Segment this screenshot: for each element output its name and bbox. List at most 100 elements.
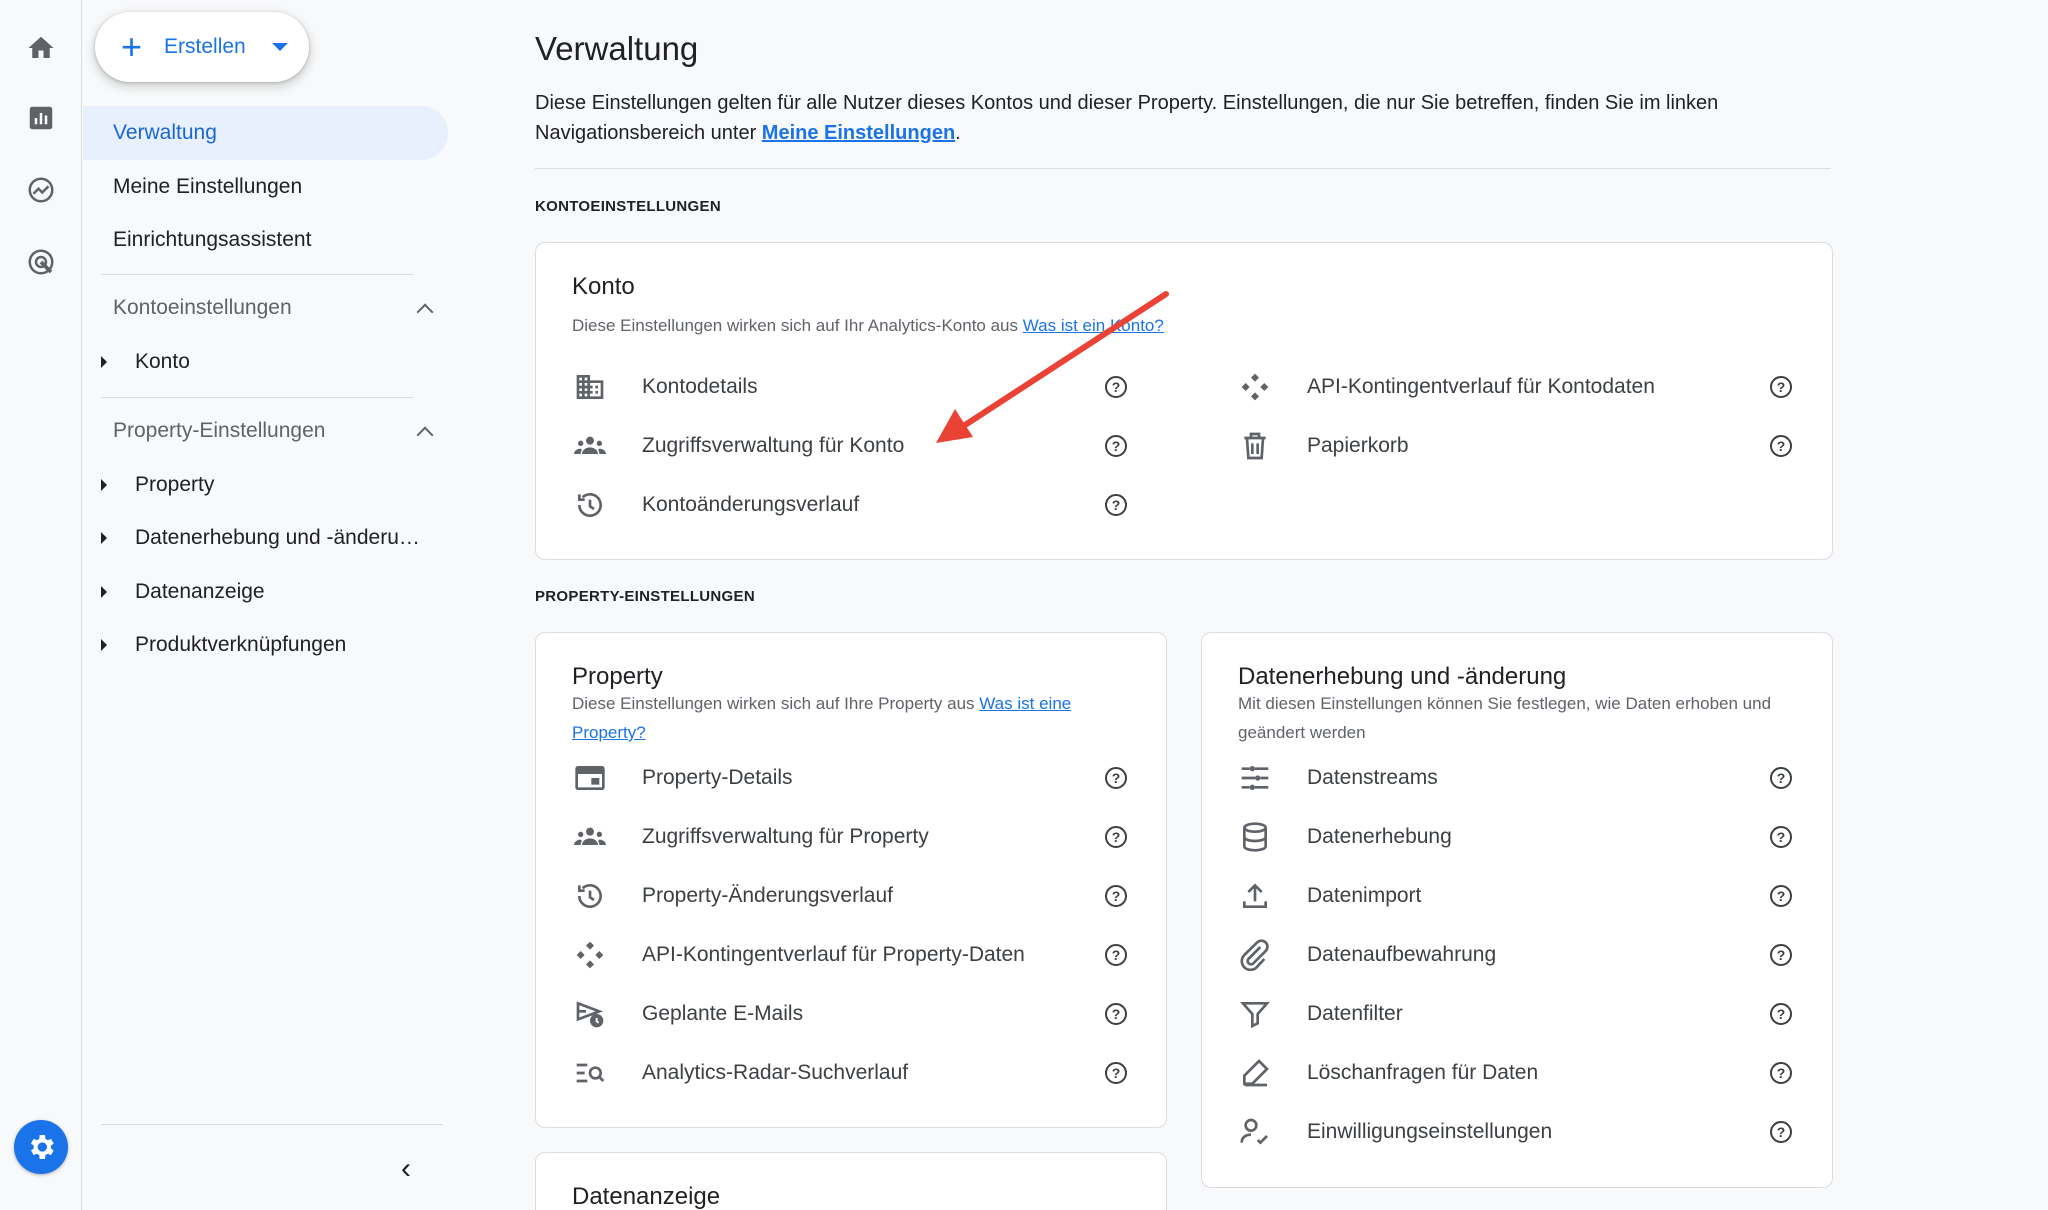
caret-down-icon (271, 43, 288, 51)
setting-geplante-emails[interactable]: Geplante E-Mails (572, 989, 1082, 1039)
description-text: Diese Einstellungen gelten für alle Nutz… (535, 92, 1719, 144)
setting-datenfilter[interactable]: Datenfilter (1237, 989, 1757, 1039)
setting-datenstreams[interactable]: Datenstreams (1237, 753, 1757, 803)
reports-icon[interactable] (21, 98, 61, 138)
setting-label: Property-Details (642, 766, 793, 789)
property-card: Property Diese Einstellungen wirken sich… (535, 632, 1167, 1128)
divider (101, 274, 413, 275)
setting-analytics-radar-suchverlauf[interactable]: Analytics-Radar-Suchverlauf (572, 1048, 1082, 1098)
section-property-einstellungen[interactable]: Property-Einstellungen (113, 419, 434, 444)
collapse-sidebar-icon[interactable]: ‹ (401, 1152, 411, 1186)
admin-gear-icon[interactable] (14, 1120, 68, 1174)
plus-icon: + (121, 26, 143, 67)
sidebar-item-einrichtungsassistent[interactable]: Einrichtungsassistent (83, 213, 448, 267)
setting-datenaufbewahrung[interactable]: Datenaufbewahrung (1237, 930, 1757, 980)
create-label: Erstellen (164, 35, 246, 58)
setting-kontoaenderungsverlauf[interactable]: Kontoänderungsverlauf (572, 480, 1082, 530)
help-icon[interactable]: ? (1770, 1121, 1792, 1143)
tree-label: Produktverknüpfungen (135, 633, 347, 656)
setting-label: Datenfilter (1307, 1002, 1403, 1025)
card-title: Property (572, 663, 663, 690)
create-button[interactable]: + Erstellen (95, 12, 309, 82)
card-title: Datenanzeige (572, 1183, 721, 1210)
explore-icon[interactable] (21, 170, 61, 210)
help-icon[interactable]: ? (1770, 944, 1792, 966)
setting-api-kontingentverlauf-property[interactable]: API-Kontingentverlauf für Property-Daten (572, 930, 1082, 980)
chevron-up-icon (416, 426, 434, 444)
api-icon (572, 937, 608, 973)
was-ist-ein-konto-link[interactable]: Was ist ein Konto? (1023, 316, 1164, 335)
tree-item-datenerhebung[interactable]: Datenerhebung und -änderu… (101, 526, 441, 550)
help-icon[interactable]: ? (1105, 885, 1127, 907)
setting-label: Datenimport (1307, 884, 1422, 907)
help-icon[interactable]: ? (1105, 1003, 1127, 1025)
setting-zugriffsverwaltung-konto[interactable]: Zugriffsverwaltung für Konto (572, 421, 1082, 471)
tree-item-produktverknuepfungen[interactable]: Produktverknüpfungen (101, 633, 441, 657)
nav-rail (0, 0, 82, 1210)
help-icon[interactable]: ? (1105, 826, 1127, 848)
setting-datenerhebung[interactable]: Datenerhebung (1237, 812, 1757, 862)
meine-einstellungen-link[interactable]: Meine Einstellungen (762, 122, 955, 144)
eraser-icon (1237, 1055, 1273, 1091)
sidebar-item-verwaltung[interactable]: Verwaltung (83, 106, 448, 160)
expand-triangle-icon (101, 639, 107, 651)
setting-label: Kontoänderungsverlauf (642, 493, 860, 516)
help-icon[interactable]: ? (1770, 885, 1792, 907)
help-icon[interactable]: ? (1770, 826, 1792, 848)
help-icon[interactable]: ? (1105, 1062, 1127, 1084)
setting-label: Kontodetails (642, 375, 758, 398)
setting-label: Zugriffsverwaltung für Konto (642, 434, 905, 457)
help-icon[interactable]: ? (1105, 376, 1127, 398)
upload-icon (1237, 878, 1273, 914)
setting-property-details[interactable]: Property-Details (572, 753, 1082, 803)
tree-item-datenanzeige[interactable]: Datenanzeige (101, 580, 441, 604)
setting-papierkorb[interactable]: Papierkorb (1237, 421, 1757, 471)
help-icon[interactable]: ? (1105, 944, 1127, 966)
scheduled-send-icon (572, 996, 608, 1032)
section-kontoeinstellungen[interactable]: Kontoeinstellungen (113, 296, 434, 321)
help-icon[interactable]: ? (1105, 494, 1127, 516)
setting-loeschanfragen[interactable]: Löschanfragen für Daten (1237, 1048, 1757, 1098)
help-icon[interactable]: ? (1770, 376, 1792, 398)
history-icon (572, 878, 608, 914)
help-icon[interactable]: ? (1105, 435, 1127, 457)
people-icon (572, 428, 608, 464)
attachment-icon (1237, 937, 1273, 973)
card-title: Datenerhebung und -änderung (1238, 663, 1567, 690)
sidebar-item-meine-einstellungen[interactable]: Meine Einstellungen (83, 160, 448, 214)
setting-kontodetails[interactable]: Kontodetails (572, 362, 1082, 412)
people-icon (572, 819, 608, 855)
help-icon[interactable]: ? (1770, 1062, 1792, 1084)
expand-triangle-icon (101, 356, 107, 368)
setting-zugriffsverwaltung-property[interactable]: Zugriffsverwaltung für Property (572, 812, 1082, 862)
setting-property-aenderungsverlauf[interactable]: Property-Änderungsverlauf (572, 871, 1082, 921)
tree-label: Datenanzeige (135, 580, 265, 603)
help-icon[interactable]: ? (1105, 767, 1127, 789)
home-icon[interactable] (21, 28, 61, 68)
advertising-icon[interactable] (21, 242, 61, 282)
section-label: Kontoeinstellungen (113, 296, 292, 319)
tree-item-property[interactable]: Property (101, 473, 441, 497)
setting-label: Zugriffsverwaltung für Property (642, 825, 929, 848)
setting-einwilligungseinstellungen[interactable]: Einwilligungseinstellungen (1237, 1107, 1757, 1157)
expand-triangle-icon (101, 479, 107, 491)
setting-label: Analytics-Radar-Suchverlauf (642, 1061, 909, 1084)
setting-label: Löschanfragen für Daten (1307, 1061, 1539, 1084)
setting-label: Geplante E-Mails (642, 1002, 804, 1025)
datenerhebung-card: Datenerhebung und -änderung Mit diesen E… (1201, 632, 1833, 1188)
setting-api-kontingentverlauf-konto[interactable]: API-Kontingentverlauf für Kontodaten (1237, 362, 1757, 412)
search-list-icon (572, 1055, 608, 1091)
trash-icon (1237, 428, 1273, 464)
filter-icon (1237, 996, 1273, 1032)
card-subtitle: Diese Einstellungen wirken sich auf Ihr … (572, 311, 1164, 340)
setting-datenimport[interactable]: Datenimport (1237, 871, 1757, 921)
help-icon[interactable]: ? (1770, 1003, 1792, 1025)
setting-label: Datenstreams (1307, 766, 1438, 789)
setting-label: API-Kontingentverlauf für Kontodaten (1307, 375, 1655, 398)
tree-label: Datenerhebung und -änderu… (135, 526, 420, 549)
card-subtitle: Mit diesen Einstellungen können Sie fest… (1238, 694, 1772, 742)
sidebar: + Erstellen Verwaltung Meine Einstellung… (83, 0, 455, 1210)
help-icon[interactable]: ? (1770, 435, 1792, 457)
help-icon[interactable]: ? (1770, 767, 1792, 789)
tree-item-konto[interactable]: Konto (101, 350, 441, 374)
